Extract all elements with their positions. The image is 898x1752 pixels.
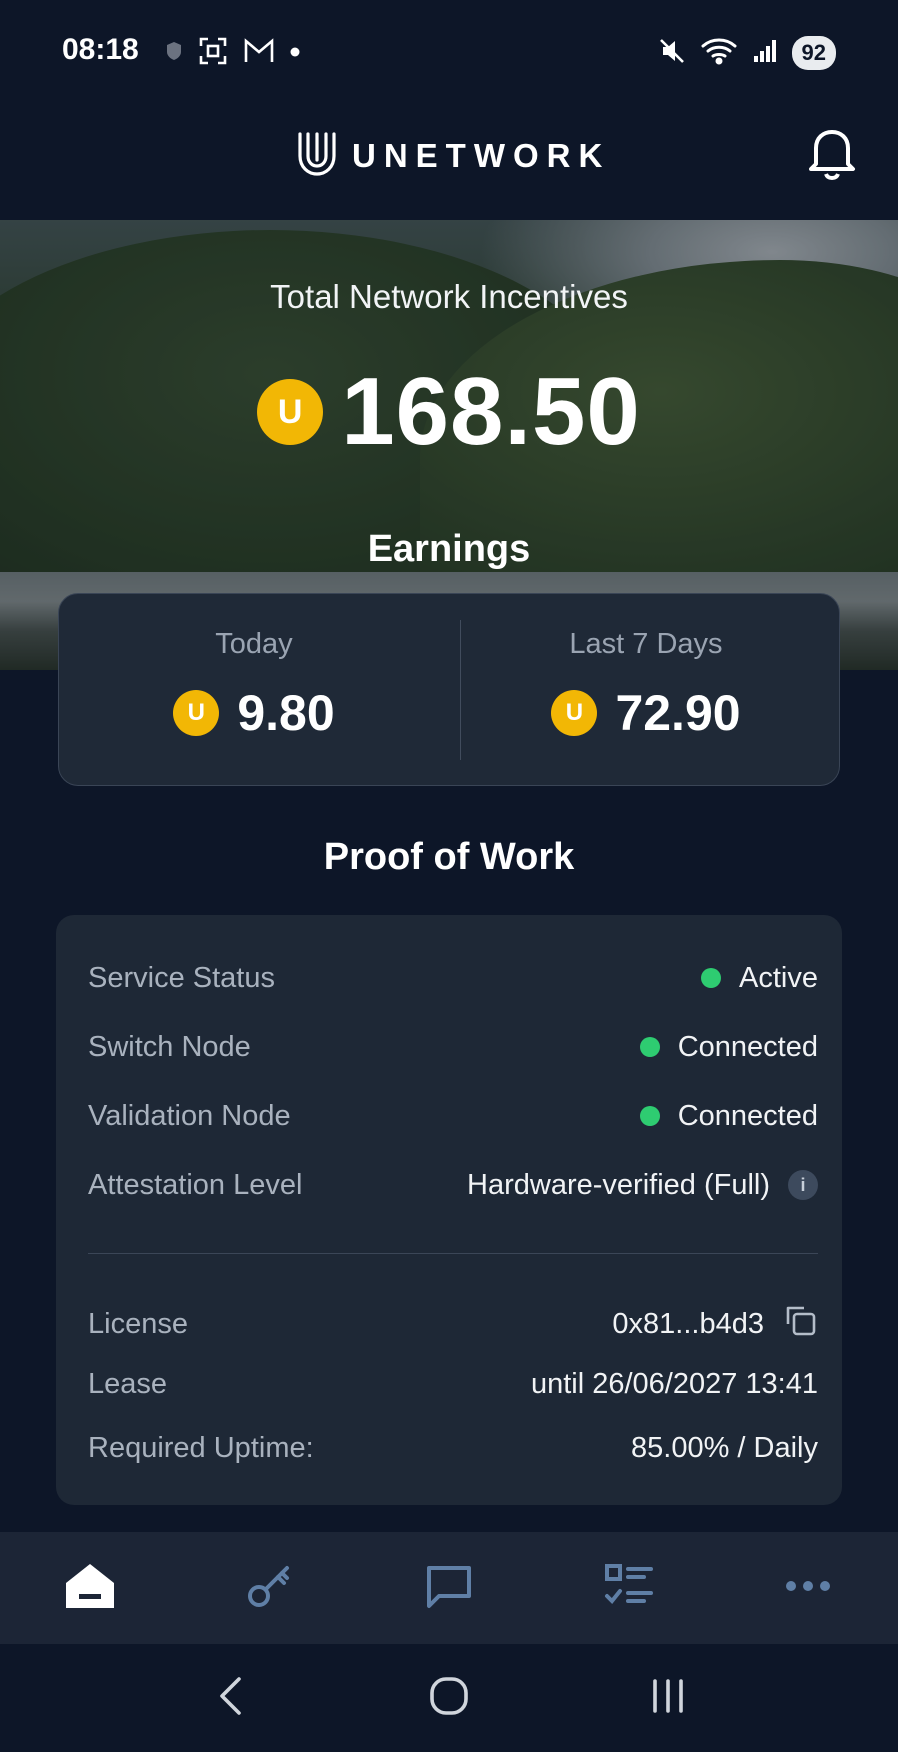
wifi-icon — [700, 36, 738, 71]
nav-licenses[interactable] — [229, 1548, 309, 1628]
nav-home[interactable] — [50, 1548, 130, 1628]
earnings-title: Earnings — [367, 528, 531, 570]
copy-icon[interactable] — [782, 1302, 818, 1346]
notifications-button[interactable] — [800, 122, 864, 186]
status-dot-icon — [639, 1037, 660, 1057]
u-coin-icon: U — [551, 690, 598, 736]
total-incentives-value: U 168.50 — [0, 352, 898, 472]
chat-icon — [425, 1562, 473, 1615]
proof-of-work-card: Service Status Active Switch Node Connec… — [56, 915, 842, 1505]
nav-tasks[interactable] — [589, 1548, 669, 1628]
signal-icon — [752, 38, 778, 69]
service-status-text: Active — [739, 961, 818, 994]
earnings-today: Today U 9.80 — [59, 594, 449, 787]
license-value: 0x81...b4d3 — [612, 1302, 818, 1346]
unetwork-logo-icon — [296, 130, 338, 183]
earnings-last7: Last 7 Days U 72.90 — [451, 594, 841, 787]
recents-icon — [650, 1678, 686, 1719]
status-bar: 08:18 92 — [0, 0, 898, 108]
earnings-today-value-row: U 9.80 — [59, 678, 449, 748]
status-icons-right: 92 — [658, 36, 836, 70]
brand-name: UNETWORK — [352, 137, 611, 174]
tasks-icon — [604, 1563, 654, 1614]
system-navigation-bar — [0, 1644, 898, 1752]
total-incentives-label: Total Network Incentives — [270, 278, 628, 315]
system-home-button[interactable] — [409, 1663, 489, 1733]
status-dot-icon — [701, 968, 722, 988]
pow-divider — [88, 1253, 818, 1254]
switch-node-row: Switch Node Connected — [88, 1022, 818, 1072]
service-status-label: Service Status — [88, 961, 275, 994]
nav-more[interactable] — [768, 1548, 848, 1628]
bell-icon — [806, 124, 858, 185]
validation-node-text: Connected — [677, 1099, 818, 1132]
brand-logo: UNETWORK — [296, 126, 610, 186]
battery-indicator: 92 — [791, 36, 836, 70]
earnings-last7-value-row: U 72.90 — [451, 678, 841, 748]
earnings-last7-value: 72.90 — [615, 685, 741, 741]
attestation-level-text: Hardware-verified (Full) — [467, 1168, 770, 1201]
attestation-level-value: Hardware-verified (Full) i — [467, 1169, 818, 1202]
license-row: License 0x81...b4d3 — [88, 1299, 818, 1349]
u-coin-icon: U — [257, 379, 324, 445]
switch-node-label: Switch Node — [88, 1030, 251, 1063]
validation-node-value: Connected — [639, 1099, 818, 1133]
required-uptime-row: Required Uptime: 85.00% / Daily — [88, 1423, 818, 1473]
system-back-button[interactable] — [190, 1663, 270, 1733]
lease-value: until 26/06/2027 13:41 — [530, 1367, 818, 1400]
required-uptime-value: 85.00% / Daily — [631, 1431, 818, 1464]
switch-node-text: Connected — [677, 1030, 818, 1063]
bottom-navigation — [0, 1532, 898, 1644]
u-coin-icon: U — [173, 690, 220, 736]
home-icon — [64, 1561, 116, 1616]
service-status-row: Service Status Active — [88, 953, 818, 1003]
notification-dot-icon — [290, 44, 300, 62]
key-icon — [245, 1562, 293, 1615]
mute-icon — [658, 37, 686, 70]
nav-messages[interactable] — [409, 1548, 489, 1628]
more-icon — [785, 1579, 831, 1597]
info-icon[interactable]: i — [788, 1170, 818, 1200]
system-recents-button[interactable] — [628, 1663, 708, 1733]
validation-node-row: Validation Node Connected — [88, 1091, 818, 1141]
lease-label: Lease — [88, 1367, 168, 1400]
back-icon — [217, 1676, 243, 1721]
shield-icon — [166, 41, 182, 66]
status-dot-icon — [639, 1106, 660, 1126]
status-icons-left — [166, 36, 300, 70]
license-label: License — [88, 1307, 188, 1340]
required-uptime-label: Required Uptime: — [88, 1431, 314, 1464]
switch-node-value: Connected — [639, 1030, 818, 1064]
home-circle-icon — [429, 1676, 469, 1721]
earnings-card: Today U 9.80 Last 7 Days U 72.90 — [58, 593, 840, 786]
screenshot-icon — [198, 36, 228, 71]
earnings-last7-label: Last 7 Days — [569, 628, 723, 660]
validation-node-label: Validation Node — [88, 1099, 291, 1132]
total-amount: 168.50 — [341, 358, 641, 465]
lease-row: Lease until 26/06/2027 13:41 — [88, 1359, 818, 1409]
earnings-today-label: Today — [215, 628, 293, 660]
attestation-level-label: Attestation Level — [88, 1168, 303, 1201]
status-time: 08:18 — [62, 33, 139, 66]
license-text: 0x81...b4d3 — [612, 1307, 764, 1340]
earnings-today-value: 9.80 — [237, 685, 335, 741]
gmail-icon — [244, 37, 274, 69]
app-header: UNETWORK — [0, 108, 898, 220]
attestation-level-row: Attestation Level Hardware-verified (Ful… — [88, 1160, 818, 1210]
service-status-value: Active — [701, 962, 818, 995]
proof-of-work-title: Proof of Work — [323, 836, 575, 878]
